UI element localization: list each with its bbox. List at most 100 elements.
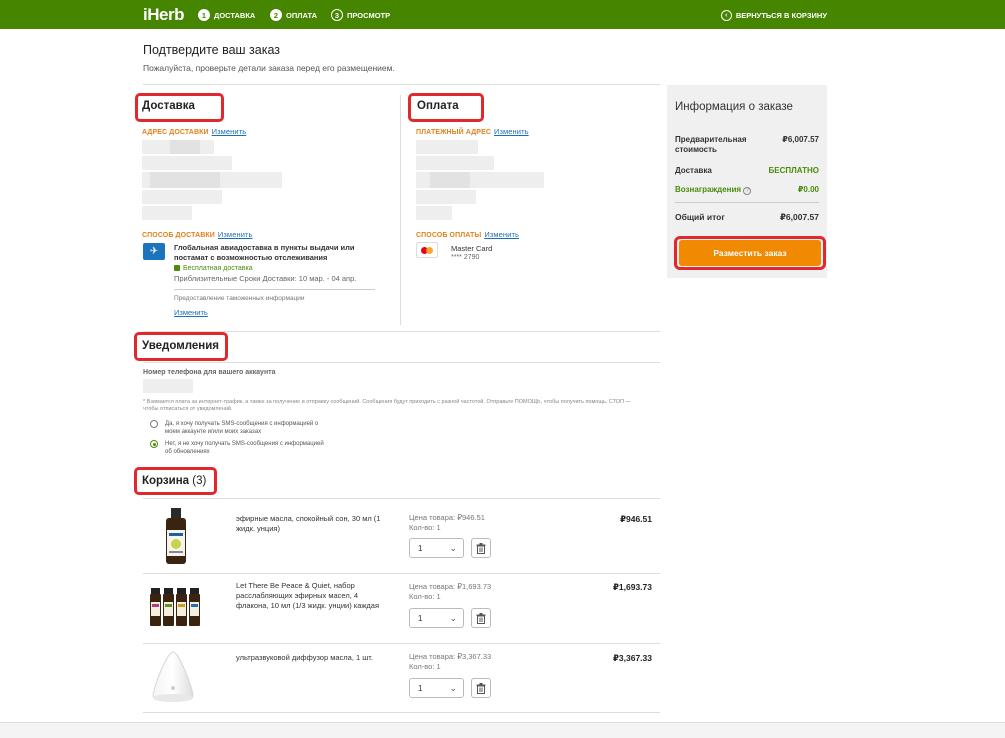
quantity-select[interactable]: 1 ⌄ bbox=[409, 678, 464, 698]
redacted-block bbox=[416, 140, 478, 154]
mastercard-icon bbox=[416, 242, 438, 258]
product-image-oil-set[interactable] bbox=[150, 588, 202, 631]
summary-value: ₽6,007.57 bbox=[782, 135, 819, 144]
trash-icon[interactable] bbox=[471, 608, 491, 628]
redacted-block bbox=[170, 140, 200, 154]
label-text: АДРЕС ДОСТАВКИ bbox=[142, 129, 209, 136]
payment-method-label: СПОСОБ ОПЛАТЫ Изменить bbox=[416, 230, 519, 239]
cart-item-unit-price: Цена товара: ₽1,693.73 bbox=[409, 582, 492, 591]
change-billing-link[interactable]: Изменить bbox=[494, 127, 529, 136]
divider bbox=[143, 712, 660, 713]
divider bbox=[143, 643, 660, 644]
sms-opt-out-radio[interactable] bbox=[150, 440, 158, 448]
trash-icon[interactable] bbox=[471, 678, 491, 698]
highlight-box bbox=[135, 93, 224, 122]
back-to-cart-label: ВЕРНУТЬСЯ В КОРЗИНУ bbox=[735, 11, 827, 20]
cart-item-name[interactable]: Let There Be Peace & Quiet, набор рассла… bbox=[236, 581, 386, 611]
back-to-cart-link[interactable]: ‹ ВЕРНУТЬСЯ В КОРЗИНУ bbox=[720, 10, 827, 21]
free-shipping-text: Бесплатная доставка bbox=[183, 265, 253, 272]
cart-item-qty-label: Кол-во: 1 bbox=[409, 592, 441, 601]
label-text: ПЛАТЕЖНЫЙ АДРЕС bbox=[416, 129, 491, 136]
iherb-logo[interactable]: iHerb bbox=[143, 5, 184, 25]
quantity-select[interactable]: 1 ⌄ bbox=[409, 538, 464, 558]
change-address-link[interactable]: Изменить bbox=[212, 127, 247, 136]
product-image-oil-bottle[interactable] bbox=[162, 508, 190, 571]
cart-item-unit-price: Цена товара: ₽3,367.33 bbox=[409, 652, 492, 661]
label-text: СПОСОБ ОПЛАТЫ bbox=[416, 232, 482, 239]
delivery-method-label: СПОСОБ ДОСТАВКИ Изменить bbox=[142, 230, 253, 239]
summary-value: ₽0.00 bbox=[797, 185, 819, 194]
cart-item-name[interactable]: эфирные масла, спокойный сон, 30 мл (1 ж… bbox=[236, 514, 386, 534]
card-name: Master Card bbox=[451, 244, 493, 253]
sms-opt-out-label: Нет, я не хочу получать SMS-сообщения с … bbox=[165, 441, 324, 455]
tag-icon bbox=[174, 265, 180, 272]
shipping-method-name: Глобальная авиадоставка в пункты выдачи … bbox=[174, 243, 355, 262]
highlight-box bbox=[674, 236, 826, 270]
divider bbox=[143, 84, 660, 85]
sms-opt-in-radio[interactable] bbox=[150, 420, 158, 428]
summary-row-rewards: Вознаграждения ? ₽0.00 bbox=[675, 185, 819, 195]
column-divider bbox=[400, 95, 401, 325]
footer bbox=[0, 722, 1005, 738]
change-link-text: Изменить bbox=[174, 308, 208, 317]
redacted-phone bbox=[143, 379, 193, 393]
divider bbox=[143, 362, 660, 363]
summary-title: Информация о заказе bbox=[675, 101, 793, 113]
rewards-label: Вознаграждения bbox=[675, 185, 742, 194]
step-label: ДОСТАВКА bbox=[214, 10, 256, 20]
free-shipping-badge: Бесплатная доставка bbox=[174, 265, 253, 272]
divider bbox=[174, 289, 375, 290]
delivery-address-label: АДРЕС ДОСТАВКИ Изменить bbox=[142, 127, 246, 136]
sms-opt-in-label: Да, я хочу получать SMS-сообщения с инфо… bbox=[165, 421, 319, 435]
redacted-block bbox=[142, 206, 192, 220]
redacted-block bbox=[416, 206, 452, 220]
highlight-box bbox=[134, 332, 228, 361]
chevron-down-icon: ⌄ bbox=[449, 612, 457, 623]
summary-label: Общий итог bbox=[675, 212, 725, 222]
step-number-2: 2 bbox=[270, 9, 282, 21]
step-review: 3 ПРОСМОТР bbox=[331, 9, 390, 21]
highlight-box bbox=[408, 93, 484, 122]
step-payment[interactable]: 2 ОПЛАТА bbox=[270, 9, 317, 21]
change-customs-link[interactable]: Изменить bbox=[174, 308, 208, 317]
info-icon[interactable]: ? bbox=[743, 187, 752, 195]
redacted-block bbox=[150, 172, 220, 188]
divider bbox=[675, 202, 819, 203]
step-number-3: 3 bbox=[331, 9, 343, 21]
summary-row-subtotal: Предварительная стоимость ₽6,007.57 bbox=[675, 135, 819, 155]
page-subtitle: Пожалуйста, проверьте детали заказа пере… bbox=[143, 63, 395, 73]
change-method-link[interactable]: Изменить bbox=[218, 230, 253, 239]
step-number-1: 1 bbox=[198, 9, 210, 21]
trash-icon[interactable] bbox=[471, 538, 491, 558]
cart-item-unit-price: Цена товара: ₽946.51 bbox=[409, 513, 485, 522]
chevron-down-icon: ⌄ bbox=[449, 682, 457, 693]
delivery-eta: Приблизительные Сроки Доставки: 10 мар. … bbox=[174, 274, 357, 283]
qty-value: 1 bbox=[418, 613, 423, 623]
quantity-select[interactable]: 1 ⌄ bbox=[409, 608, 464, 628]
cart-item-name[interactable]: ультразвуковой диффузор масла, 1 шт. bbox=[236, 653, 386, 663]
step-delivery[interactable]: 1 ДОСТАВКА bbox=[198, 9, 255, 21]
top-bar: iHerb 1 ДОСТАВКА 2 ОПЛАТА 3 ПРОСМОТР ‹ В… bbox=[0, 0, 1005, 29]
summary-value: ₽6,007.57 bbox=[779, 212, 819, 222]
divider bbox=[143, 498, 660, 499]
redacted-block bbox=[142, 190, 222, 204]
step-label: ПРОСМОТР bbox=[347, 10, 391, 20]
change-payment-link[interactable]: Изменить bbox=[484, 230, 519, 239]
summary-row-total: Общий итог ₽6,007.57 bbox=[675, 212, 819, 223]
redacted-block bbox=[416, 190, 476, 204]
redacted-block bbox=[430, 172, 470, 188]
summary-value: БЕСПЛАТНО bbox=[768, 166, 820, 175]
redacted-block bbox=[142, 156, 232, 170]
chevron-down-icon: ⌄ bbox=[449, 542, 457, 553]
qty-value: 1 bbox=[418, 683, 423, 693]
cart-item-qty-label: Кол-во: 1 bbox=[409, 662, 441, 671]
chevron-left-icon: ‹ bbox=[720, 10, 732, 21]
summary-label: Предварительная стоимость bbox=[675, 135, 747, 154]
sms-disclaimer: * Взимается плата за интернет-трафик, а … bbox=[143, 399, 631, 412]
cart-item-price: ₽3,367.33 bbox=[612, 653, 652, 663]
card-number: **** 2790 bbox=[451, 254, 480, 261]
product-image-diffuser[interactable] bbox=[147, 650, 199, 711]
summary-label: Доставка bbox=[675, 166, 712, 175]
step-label: ОПЛАТА bbox=[286, 10, 318, 20]
redacted-block bbox=[416, 156, 494, 170]
